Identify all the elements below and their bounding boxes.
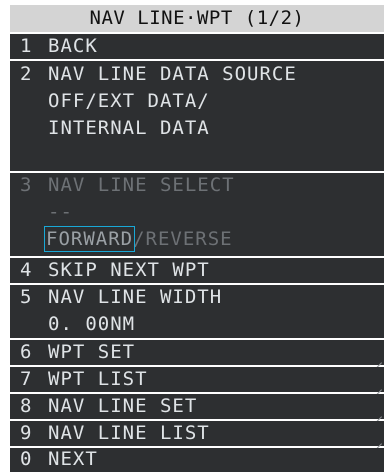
menu-item-number: 8 bbox=[20, 395, 33, 417]
menu-item-label: NAV LINE LIST bbox=[48, 422, 210, 444]
menu-item-nav-line-width[interactable]: 5 NAV LINE WIDTH 0. 00NM bbox=[10, 285, 384, 338]
menu-item-number: 5 bbox=[20, 286, 33, 308]
menu-item-label: NAV LINE DATA SOURCE bbox=[48, 63, 297, 85]
menu-item-label: NEXT bbox=[48, 448, 98, 470]
menu-item-nav-line-select: 3 NAV LINE SELECT -- FORWARD/REVERSE bbox=[10, 173, 384, 256]
menu-item-label: BACK bbox=[48, 35, 98, 57]
menu-item-nav-line-data-source[interactable]: 2 NAV LINE DATA SOURCE OFF/EXT DATA/ INTE… bbox=[10, 61, 384, 171]
menu-item-nav-line-list[interactable]: 9 NAV LINE LIST bbox=[10, 421, 384, 446]
menu-item-number: 3 bbox=[20, 174, 33, 196]
reverse-option: /REVERSE bbox=[133, 228, 233, 250]
menu-item-label: WPT LIST bbox=[48, 368, 148, 390]
menu-item-label: NAV LINE SELECT bbox=[48, 174, 235, 196]
menu-item-number: 2 bbox=[20, 63, 33, 85]
menu-item-label: WPT SET bbox=[48, 341, 136, 363]
forward-option: FORWARD bbox=[43, 226, 136, 252]
submenu-corner-icon bbox=[375, 383, 382, 390]
menu-item-label: NAV LINE SET bbox=[48, 395, 198, 417]
menu-item-number: 0 bbox=[20, 448, 33, 470]
menu-item-nav-line-set[interactable]: 8 NAV LINE SET bbox=[10, 394, 384, 419]
menu-item-number: 6 bbox=[20, 341, 33, 363]
menu-item-number: 9 bbox=[20, 422, 33, 444]
submenu-corner-icon bbox=[375, 356, 382, 363]
menu-item-wpt-list[interactable]: 7 WPT LIST bbox=[10, 367, 384, 392]
menu-item-wpt-set[interactable]: 6 WPT SET bbox=[10, 340, 384, 365]
menu-item-skip-next-wpt[interactable]: 4 SKIP NEXT WPT bbox=[10, 258, 384, 283]
menu-item-number: 4 bbox=[20, 259, 33, 281]
menu-item-number: 1 bbox=[20, 35, 33, 57]
nav-line-width-value: 0. 00NM bbox=[48, 313, 136, 335]
nav-line-wpt-menu: NAV LINE·WPT (1/2) 1 BACK 2 NAV LINE DATA … bbox=[0, 0, 390, 472]
data-source-options-line-2: INTERNAL DATA bbox=[48, 117, 210, 139]
data-source-options-line-1: OFF/EXT DATA/ bbox=[48, 90, 210, 112]
nav-line-select-value: -- bbox=[48, 201, 73, 223]
menu-item-label: SKIP NEXT WPT bbox=[48, 259, 210, 281]
menu-item-next[interactable]: 0 NEXT bbox=[10, 448, 384, 472]
submenu-corner-icon bbox=[375, 410, 382, 417]
menu-title: NAV LINE·WPT (1/2) bbox=[10, 5, 384, 32]
menu-item-label: NAV LINE WIDTH bbox=[48, 286, 223, 308]
menu-item-number: 7 bbox=[20, 368, 33, 390]
submenu-corner-icon bbox=[375, 437, 382, 444]
menu-item-back[interactable]: 1 BACK bbox=[10, 34, 384, 59]
